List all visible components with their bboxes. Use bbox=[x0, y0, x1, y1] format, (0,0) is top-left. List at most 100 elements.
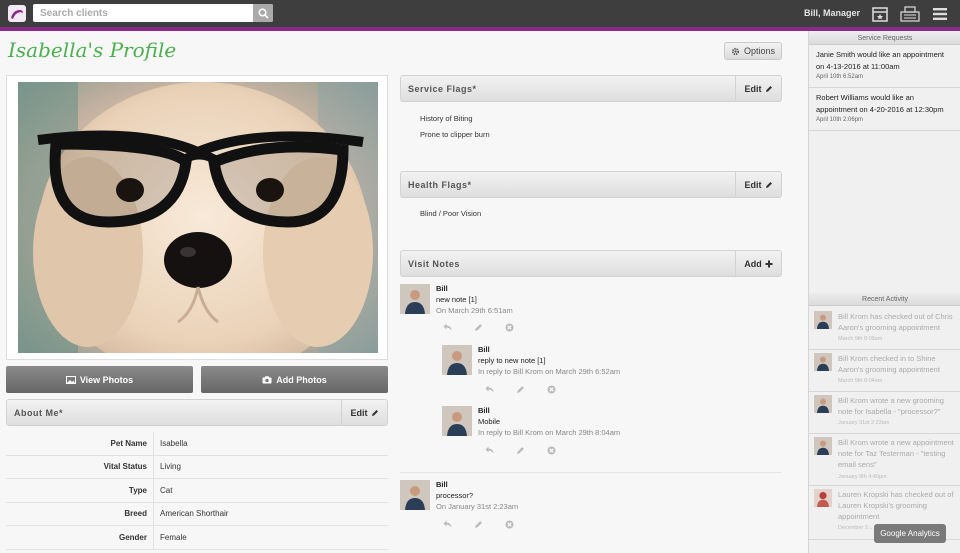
activity-text: Bill Krom wrote a new grooming note for … bbox=[838, 396, 944, 416]
avatar bbox=[442, 406, 472, 436]
health-flag-item: Blind / Poor Vision bbox=[420, 209, 482, 218]
pencil-icon[interactable] bbox=[474, 520, 483, 529]
activity-date: January 9th 4:40pm bbox=[838, 474, 887, 480]
right-sidebar: Service Requests Janie Smith would like … bbox=[808, 31, 960, 553]
view-photos-button[interactable]: View Photos bbox=[6, 366, 193, 393]
options-button[interactable]: Options bbox=[724, 42, 782, 60]
service-request-item[interactable]: Robert Williams would like an appointmen… bbox=[809, 92, 960, 131]
add-photos-button[interactable]: Add Photos bbox=[201, 366, 388, 393]
activity-item[interactable]: Bill Krom wrote a new appointment note f… bbox=[809, 434, 960, 486]
note-actions bbox=[443, 323, 514, 332]
health-flags-edit-button[interactable]: Edit bbox=[735, 172, 781, 197]
request-text: Janie Smith would like an appointment on… bbox=[816, 50, 944, 71]
google-analytics-badge[interactable]: Google Analytics bbox=[874, 524, 946, 543]
pencil-icon[interactable] bbox=[474, 323, 483, 332]
about-me-panel-header: About Me* Edit bbox=[6, 399, 388, 426]
request-text: Robert Williams would like an appointmen… bbox=[816, 93, 944, 114]
add-note-label: Add bbox=[744, 258, 762, 269]
note-meta: On March 29th 6:51am bbox=[436, 306, 513, 315]
field-value: Female bbox=[160, 532, 187, 542]
about-me-title: About Me* bbox=[14, 408, 63, 418]
field-label: Gender bbox=[6, 526, 154, 549]
delete-icon[interactable] bbox=[505, 323, 514, 332]
activity-date: December 2... bbox=[838, 525, 873, 531]
register-icon[interactable] bbox=[900, 4, 920, 24]
service-requests-header: Service Requests bbox=[809, 32, 960, 45]
reply-icon[interactable] bbox=[485, 446, 494, 454]
search-button[interactable] bbox=[253, 4, 273, 22]
add-note-button[interactable]: Add bbox=[735, 251, 781, 276]
request-date: April 10th 6:52am bbox=[816, 74, 864, 80]
pencil-icon bbox=[371, 409, 378, 416]
search-input[interactable] bbox=[33, 4, 253, 22]
field-value: Isabella bbox=[160, 438, 188, 448]
service-request-item[interactable]: Janie Smith would like an appointment on… bbox=[809, 49, 960, 88]
avatar bbox=[400, 480, 430, 510]
note-actions bbox=[485, 446, 556, 455]
note-author: Bill bbox=[436, 480, 448, 489]
health-flags-title: Health Flags* bbox=[408, 180, 472, 190]
service-flags-title: Service Flags* bbox=[408, 84, 477, 94]
reply-icon[interactable] bbox=[443, 323, 452, 331]
avatar bbox=[814, 395, 832, 413]
user-menu[interactable]: Bill, Manager bbox=[804, 8, 860, 18]
pencil-icon bbox=[765, 85, 772, 92]
service-flags-panel-header: Service Flags* Edit bbox=[400, 75, 782, 102]
note-divider bbox=[400, 472, 782, 473]
service-flags-edit-button[interactable]: Edit bbox=[735, 76, 781, 101]
visit-notes-title: Visit Notes bbox=[408, 259, 460, 269]
note-text: new note [1] bbox=[436, 295, 477, 304]
view-photos-label: View Photos bbox=[79, 374, 134, 385]
note-actions bbox=[443, 520, 514, 529]
avatar bbox=[814, 437, 832, 455]
delete-icon[interactable] bbox=[547, 446, 556, 455]
pencil-icon[interactable] bbox=[516, 446, 525, 455]
note-author: Bill bbox=[478, 406, 490, 415]
activity-text: Bill Krom wrote a new appointment note f… bbox=[838, 438, 954, 469]
activity-item[interactable]: Bill Krom has checked out of Chris Aaron… bbox=[809, 308, 960, 350]
note-meta: On January 31st 2:23am bbox=[436, 502, 519, 511]
delete-icon[interactable] bbox=[547, 385, 556, 394]
field-value: American Shorthair bbox=[160, 509, 229, 519]
activity-item[interactable]: Bill Krom wrote a new grooming note for … bbox=[809, 392, 960, 434]
field-value: Living bbox=[160, 462, 181, 472]
avatar bbox=[814, 353, 832, 371]
pencil-icon bbox=[765, 181, 772, 188]
reply-icon[interactable] bbox=[443, 520, 452, 528]
page-title: Isabella's Profile bbox=[8, 38, 177, 62]
pet-photo[interactable] bbox=[18, 82, 378, 353]
table-row: Vital Status Living bbox=[6, 455, 388, 479]
pencil-icon[interactable] bbox=[516, 385, 525, 394]
avatar bbox=[400, 284, 430, 314]
table-row: Gender Female bbox=[6, 526, 388, 550]
service-flags-edit-label: Edit bbox=[744, 83, 762, 94]
service-flag-item: Prone to clipper burn bbox=[420, 130, 490, 139]
service-flag-item: History of Biting bbox=[420, 114, 473, 123]
menu-icon[interactable] bbox=[930, 4, 950, 24]
visit-notes-panel-header: Visit Notes Add bbox=[400, 250, 782, 277]
activity-date: March 9th 8:09am bbox=[838, 336, 883, 342]
avatar bbox=[814, 311, 832, 329]
about-edit-button[interactable]: Edit bbox=[341, 400, 387, 425]
activity-text: Bill Krom checked in to Shine Aaron's gr… bbox=[838, 354, 940, 374]
table-row: Breed American Shorthair bbox=[6, 502, 388, 526]
activity-date: March 9th 8:04am bbox=[838, 378, 883, 384]
app-logo[interactable] bbox=[8, 5, 26, 22]
reply-icon[interactable] bbox=[485, 385, 494, 393]
note-author: Bill bbox=[436, 284, 448, 293]
note-author: Bill bbox=[478, 345, 490, 354]
top-bar: Bill, Manager bbox=[0, 0, 960, 27]
delete-icon[interactable] bbox=[505, 520, 514, 529]
activity-text: Lauren Kropski has checked out of Lauren… bbox=[838, 490, 954, 521]
note-text: processor? bbox=[436, 491, 474, 500]
field-label: Vital Status bbox=[6, 455, 154, 478]
activity-item[interactable]: Bill Krom checked in to Shine Aaron's gr… bbox=[809, 350, 960, 392]
pet-photo-frame bbox=[6, 75, 388, 360]
options-label: Options bbox=[743, 46, 776, 56]
table-row: Type Cat bbox=[6, 479, 388, 503]
calendar-icon[interactable] bbox=[870, 4, 890, 24]
field-label: Breed bbox=[6, 502, 154, 525]
recent-activity-header: Recent Activity bbox=[809, 293, 960, 306]
activity-date: January 31st 2:23am bbox=[838, 420, 890, 426]
activity-text: Bill Krom has checked out of Chris Aaron… bbox=[838, 312, 953, 332]
